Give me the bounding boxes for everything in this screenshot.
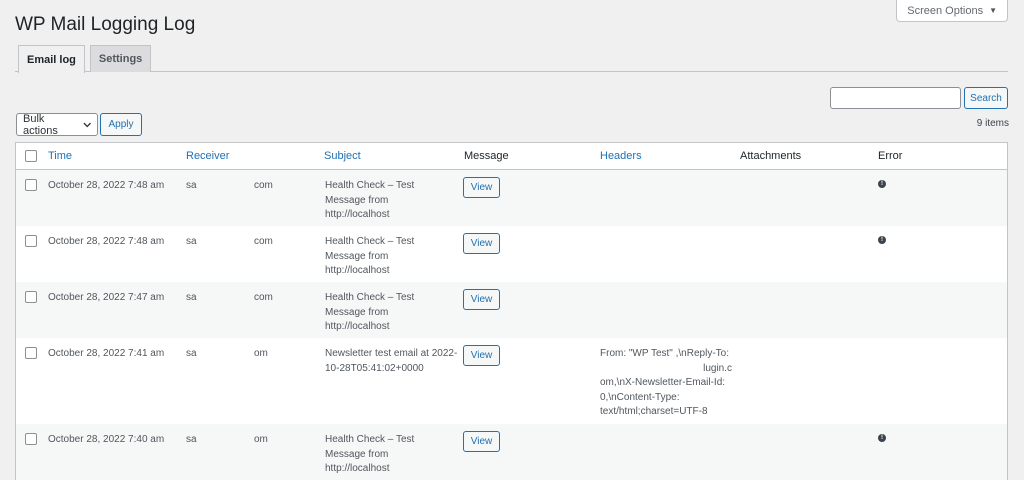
view-message-button[interactable]: View [463, 431, 500, 452]
chevron-down-icon [83, 122, 91, 127]
item-count: 9 items [976, 118, 1009, 129]
table-row: October 28, 2022 7:48 am sa com Health C… [16, 170, 1007, 226]
row-receiver-end: om [254, 348, 268, 359]
tab-bar: Email log Settings [15, 45, 1008, 73]
header-line: lugin.c [703, 362, 732, 374]
row-subject: Health Check – Test Message from http://… [325, 180, 415, 220]
row-receiver-end: om [254, 434, 268, 445]
row-subject: Health Check – Test Message from http://… [325, 236, 415, 276]
row-checkbox[interactable] [25, 179, 37, 191]
row-checkbox[interactable] [25, 291, 37, 303]
column-message: Message [464, 150, 509, 162]
row-subject: Health Check – Test Message from http://… [325, 292, 415, 332]
row-checkbox[interactable] [25, 235, 37, 247]
row-receiver-end: com [254, 180, 273, 191]
row-receiver-end: com [254, 236, 273, 247]
bulk-actions-select[interactable]: Bulk actions [16, 112, 98, 137]
row-receiver-end: com [254, 292, 273, 303]
column-time[interactable]: Time [48, 150, 72, 162]
header-line: text/html;charset=UTF-8 [600, 406, 708, 417]
tab-settings[interactable]: Settings [89, 45, 152, 72]
header-line: 0,\nContent-Type: [600, 391, 680, 403]
row-time: October 28, 2022 7:47 am [48, 292, 165, 303]
column-attachments: Attachments [740, 150, 802, 162]
view-message-button[interactable]: View [463, 289, 500, 310]
header-line: From: "WP Test" ,\nReply-To: [600, 348, 729, 359]
column-subject[interactable]: Subject [324, 150, 361, 162]
table-row: October 28, 2022 7:48 am sa com Health C… [16, 226, 1007, 282]
screen-options-button[interactable]: Screen Options ▼ [896, 0, 1008, 22]
row-time: October 28, 2022 7:41 am [48, 348, 165, 359]
search-input[interactable] [830, 87, 961, 109]
row-headers: From: "WP Test" ,\nReply-To: lugin.c om,… [600, 347, 732, 420]
header-line: om,\nX-Newsletter-Email-Id: [600, 377, 726, 388]
exclamation-circle-icon: ! [878, 236, 886, 244]
column-headers[interactable]: Headers [600, 150, 642, 162]
screen-options-label: Screen Options [907, 4, 984, 17]
page-title: WP Mail Logging Log [15, 14, 196, 35]
row-receiver-start: sa [186, 348, 197, 359]
search-button[interactable]: Search [964, 87, 1008, 109]
row-receiver-start: sa [186, 434, 197, 445]
view-message-button[interactable]: View [463, 233, 500, 254]
row-receiver-start: sa [186, 292, 197, 303]
exclamation-circle-icon: ! [878, 434, 886, 442]
tab-email-log[interactable]: Email log [18, 45, 85, 73]
row-checkbox[interactable] [25, 347, 37, 359]
row-time: October 28, 2022 7:48 am [48, 180, 165, 191]
table-row: October 28, 2022 7:40 am sa om Health Ch… [16, 424, 1007, 480]
view-message-button[interactable]: View [463, 345, 500, 366]
row-subject: Health Check – Test Message from http://… [325, 434, 415, 474]
row-subject: Newsletter test email at 2022-10-28T05:4… [325, 348, 458, 374]
apply-button[interactable]: Apply [100, 113, 142, 136]
caret-down-icon: ▼ [989, 6, 997, 15]
column-error: Error [878, 150, 903, 162]
column-receiver[interactable]: Receiver [186, 150, 229, 162]
row-receiver-start: sa [186, 180, 197, 191]
table-row: October 28, 2022 7:41 am sa om Newslette… [16, 338, 1007, 424]
row-receiver-start: sa [186, 236, 197, 247]
table-row: October 28, 2022 7:47 am sa com Health C… [16, 282, 1007, 338]
bulk-actions-value: Bulk actions [23, 112, 58, 137]
select-all-checkbox[interactable] [25, 150, 37, 162]
table-header: Time Receiver Subject Message Headers At… [16, 143, 1007, 170]
row-checkbox[interactable] [25, 433, 37, 445]
row-time: October 28, 2022 7:48 am [48, 236, 165, 247]
exclamation-circle-icon: ! [878, 180, 886, 188]
view-message-button[interactable]: View [463, 177, 500, 198]
email-log-table: Time Receiver Subject Message Headers At… [15, 142, 1008, 480]
row-time: October 28, 2022 7:40 am [48, 434, 165, 445]
